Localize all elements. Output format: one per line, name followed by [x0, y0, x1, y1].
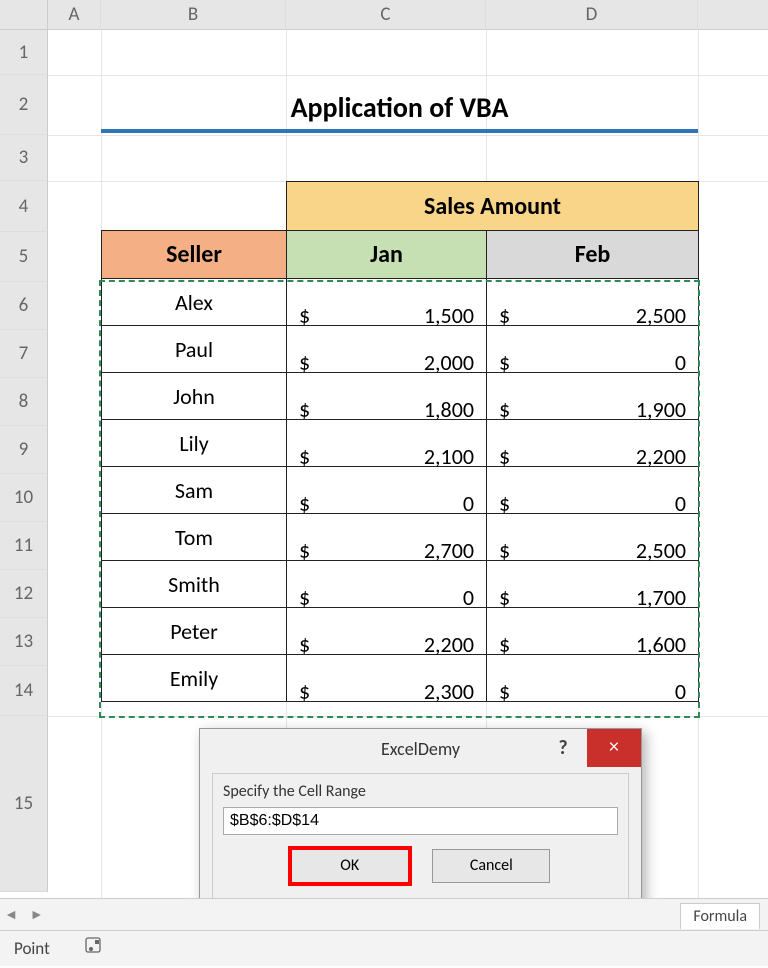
- cell-range-input[interactable]: [223, 807, 618, 835]
- row-header-13[interactable]: 13: [0, 618, 48, 666]
- page-title: Application of VBA: [101, 90, 698, 125]
- row-header-6[interactable]: 6: [0, 282, 48, 330]
- table-row: Tom$2,700$2,500: [102, 514, 699, 561]
- jan-cell[interactable]: $1,500: [287, 279, 487, 326]
- seller-cell[interactable]: Alex: [102, 279, 287, 326]
- jan-cell[interactable]: $2,200: [287, 608, 487, 655]
- select-all-corner[interactable]: [0, 0, 48, 30]
- header-seller: Seller: [102, 231, 287, 279]
- feb-cell[interactable]: $1,700: [487, 561, 699, 608]
- cancel-button[interactable]: Cancel: [432, 849, 550, 883]
- status-bar: Point: [0, 930, 768, 966]
- feb-cell[interactable]: $0: [487, 326, 699, 373]
- seller-cell[interactable]: Tom: [102, 514, 287, 561]
- table-row: Emily$2,300$0: [102, 655, 699, 702]
- feb-cell[interactable]: $2,500: [487, 279, 699, 326]
- table-row: Peter$2,200$1,600: [102, 608, 699, 655]
- sheet-tab[interactable]: Formula: [680, 903, 760, 929]
- col-header-B[interactable]: B: [101, 0, 286, 30]
- table-row: Lily$2,100$2,200: [102, 420, 699, 467]
- jan-cell[interactable]: $2,700: [287, 514, 487, 561]
- seller-cell[interactable]: John: [102, 373, 287, 420]
- column-header-row: A B C D: [0, 0, 768, 30]
- table-row: Smith$0$1,700: [102, 561, 699, 608]
- row-header-7[interactable]: 7: [0, 330, 48, 378]
- dialog-close-button[interactable]: ×: [587, 729, 641, 767]
- seller-cell[interactable]: Peter: [102, 608, 287, 655]
- jan-cell[interactable]: $0: [287, 467, 487, 514]
- jan-cell[interactable]: $0: [287, 561, 487, 608]
- seller-cell[interactable]: Sam: [102, 467, 287, 514]
- col-header-C[interactable]: C: [286, 0, 486, 30]
- row-header-10[interactable]: 10: [0, 474, 48, 522]
- feb-cell[interactable]: $0: [487, 467, 699, 514]
- row-header-15[interactable]: 15: [0, 716, 48, 892]
- table-row: Alex$1,500$2,500: [102, 279, 699, 326]
- row-header-1[interactable]: 1: [0, 30, 48, 75]
- feb-cell[interactable]: $2,500: [487, 514, 699, 561]
- data-table: Sales Amount Seller Jan Feb Alex$1,500$2…: [101, 181, 699, 702]
- row-header-14[interactable]: 14: [0, 666, 48, 716]
- seller-cell[interactable]: Lily: [102, 420, 287, 467]
- row-header-11[interactable]: 11: [0, 522, 48, 570]
- row-header-12[interactable]: 12: [0, 570, 48, 618]
- header-sales-amount: Sales Amount: [287, 182, 699, 231]
- table-row: Sam$0$0: [102, 467, 699, 514]
- input-dialog: ExcelDemy ? × Specify the Cell Range OK …: [199, 728, 642, 913]
- title-underline: [101, 129, 698, 133]
- seller-cell[interactable]: Emily: [102, 655, 287, 702]
- ok-button[interactable]: OK: [291, 849, 409, 883]
- worksheet-grid[interactable]: A B C D 1 2 3 4 5 6 7 8 9 10 11 12 13 14…: [0, 0, 768, 920]
- row-header-8[interactable]: 8: [0, 378, 48, 426]
- jan-cell[interactable]: $2,100: [287, 420, 487, 467]
- macro-record-icon[interactable]: [84, 932, 104, 968]
- table-row: Paul$2,000$0: [102, 326, 699, 373]
- feb-cell[interactable]: $0: [487, 655, 699, 702]
- status-mode: Point: [14, 938, 50, 959]
- header-jan: Jan: [287, 231, 487, 279]
- jan-cell[interactable]: $1,800: [287, 373, 487, 420]
- feb-cell[interactable]: $1,600: [487, 608, 699, 655]
- header-feb: Feb: [487, 231, 699, 279]
- dialog-title: ExcelDemy ? ×: [200, 729, 641, 769]
- seller-cell[interactable]: Smith: [102, 561, 287, 608]
- feb-cell[interactable]: $1,900: [487, 373, 699, 420]
- col-header-A[interactable]: A: [48, 0, 101, 30]
- sheet-nav-prev-icon[interactable]: ◄: [0, 899, 22, 931]
- row-header-9[interactable]: 9: [0, 426, 48, 474]
- row-header-5[interactable]: 5: [0, 232, 48, 282]
- row-header-3[interactable]: 3: [0, 135, 48, 181]
- jan-cell[interactable]: $2,300: [287, 655, 487, 702]
- sheet-tab-bar: ◄ ► Formula: [0, 898, 768, 930]
- dialog-help-button[interactable]: ?: [543, 729, 583, 767]
- seller-cell[interactable]: Paul: [102, 326, 287, 373]
- dialog-label: Specify the Cell Range: [223, 782, 618, 801]
- sheet-nav-next-icon[interactable]: ►: [26, 899, 48, 931]
- feb-cell[interactable]: $2,200: [487, 420, 699, 467]
- row-header-2[interactable]: 2: [0, 75, 48, 135]
- table-row: John$1,800$1,900: [102, 373, 699, 420]
- row-header-4[interactable]: 4: [0, 181, 48, 232]
- jan-cell[interactable]: $2,000: [287, 326, 487, 373]
- col-header-D[interactable]: D: [486, 0, 698, 30]
